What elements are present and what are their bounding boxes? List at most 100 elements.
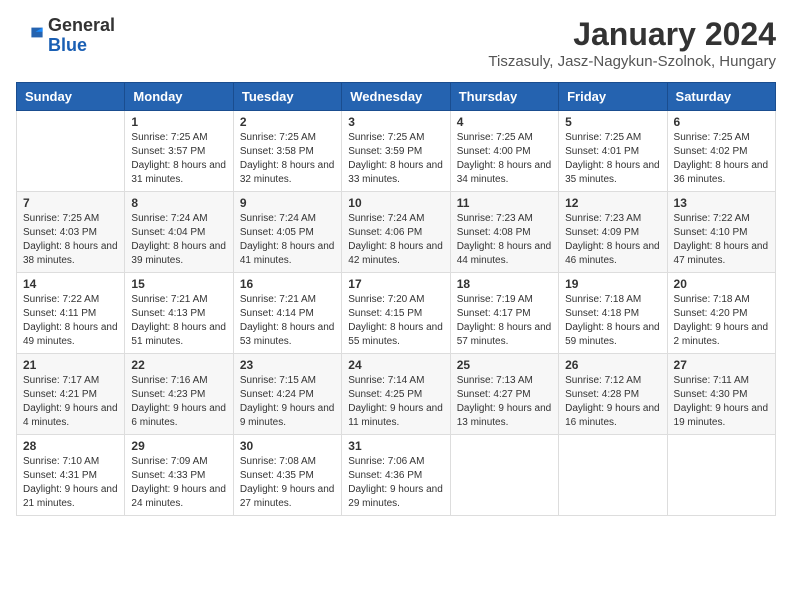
day-number: 19	[565, 277, 660, 291]
day-header-tuesday: Tuesday	[233, 83, 341, 111]
day-number: 27	[674, 358, 769, 372]
day-info: Sunrise: 7:21 AM Sunset: 4:14 PM Dayligh…	[240, 293, 335, 349]
day-number: 23	[240, 358, 335, 372]
day-number: 10	[348, 196, 443, 210]
day-info: Sunrise: 7:25 AM Sunset: 3:58 PM Dayligh…	[240, 131, 335, 187]
day-number: 8	[131, 196, 226, 210]
day-info: Sunrise: 7:23 AM Sunset: 4:09 PM Dayligh…	[565, 212, 660, 268]
day-number: 16	[240, 277, 335, 291]
calendar-cell: 9 Sunrise: 7:24 AM Sunset: 4:05 PM Daylig…	[233, 192, 341, 273]
calendar-cell: 17 Sunrise: 7:20 AM Sunset: 4:15 PM Dayli…	[342, 273, 450, 354]
day-info: Sunrise: 7:21 AM Sunset: 4:13 PM Dayligh…	[131, 293, 226, 349]
day-number: 30	[240, 439, 335, 453]
day-number: 9	[240, 196, 335, 210]
day-info: Sunrise: 7:17 AM Sunset: 4:21 PM Dayligh…	[23, 374, 118, 430]
day-info: Sunrise: 7:24 AM Sunset: 4:06 PM Dayligh…	[348, 212, 443, 268]
day-info: Sunrise: 7:09 AM Sunset: 4:33 PM Dayligh…	[131, 455, 226, 511]
logo-general-text: General	[48, 16, 115, 36]
day-number: 18	[457, 277, 552, 291]
calendar-cell: 6Sunrise: 7:25 AM Sunset: 4:02 PM Daylig…	[667, 111, 775, 192]
day-info: Sunrise: 7:25 AM Sunset: 4:02 PM Dayligh…	[674, 131, 769, 187]
logo-text: General Blue	[48, 16, 115, 56]
calendar-week-row: 7Sunrise: 7:25 AM Sunset: 4:03 PM Daylig…	[17, 192, 776, 273]
day-info: Sunrise: 7:24 AM Sunset: 4:04 PM Dayligh…	[131, 212, 226, 268]
calendar-cell: 13Sunrise: 7:22 AM Sunset: 4:10 PM Dayli…	[667, 192, 775, 273]
day-info: Sunrise: 7:25 AM Sunset: 4:01 PM Dayligh…	[565, 131, 660, 187]
calendar-cell: 18 Sunrise: 7:19 AM Sunset: 4:17 PM Dayli…	[450, 273, 558, 354]
day-info: Sunrise: 7:25 AM Sunset: 3:57 PM Dayligh…	[131, 131, 226, 187]
day-number: 4	[457, 115, 552, 129]
day-info: Sunrise: 7:23 AM Sunset: 4:08 PM Dayligh…	[457, 212, 552, 268]
day-number: 28	[23, 439, 118, 453]
day-info: Sunrise: 7:19 AM Sunset: 4:17 PM Dayligh…	[457, 293, 552, 349]
day-number: 3	[348, 115, 443, 129]
calendar-cell: 23 Sunrise: 7:15 AM Sunset: 4:24 PM Dayli…	[233, 354, 341, 435]
day-info: Sunrise: 7:25 AM Sunset: 4:00 PM Dayligh…	[457, 131, 552, 187]
day-number: 22	[131, 358, 226, 372]
calendar-cell: 10 Sunrise: 7:24 AM Sunset: 4:06 PM Dayli…	[342, 192, 450, 273]
day-info: Sunrise: 7:15 AM Sunset: 4:24 PM Dayligh…	[240, 374, 335, 430]
logo-blue-text: Blue	[48, 36, 115, 56]
calendar-cell: 12 Sunrise: 7:23 AM Sunset: 4:09 PM Dayli…	[559, 192, 667, 273]
calendar-cell: 30Sunrise: 7:08 AM Sunset: 4:35 PM Dayli…	[233, 435, 341, 516]
day-number: 15	[131, 277, 226, 291]
calendar-week-row: 21 Sunrise: 7:17 AM Sunset: 4:21 PM Dayli…	[17, 354, 776, 435]
page-subtitle: Tiszasuly, Jasz-Nagykun-Szolnok, Hungary	[488, 53, 776, 70]
calendar-cell: 29 Sunrise: 7:09 AM Sunset: 4:33 PM Dayli…	[125, 435, 233, 516]
day-number: 14	[23, 277, 118, 291]
day-number: 11	[457, 196, 552, 210]
logo: General Blue	[16, 16, 115, 56]
calendar-cell: 31Sunrise: 7:06 AM Sunset: 4:36 PM Dayli…	[342, 435, 450, 516]
calendar-week-row: 1 Sunrise: 7:25 AM Sunset: 3:57 PM Daylig…	[17, 111, 776, 192]
page-title: January 2024	[488, 16, 776, 53]
calendar-cell: 27 Sunrise: 7:11 AM Sunset: 4:30 PM Dayli…	[667, 354, 775, 435]
day-number: 21	[23, 358, 118, 372]
calendar-header-row: SundayMondayTuesdayWednesdayThursdayFrid…	[17, 83, 776, 111]
day-number: 24	[348, 358, 443, 372]
day-info: Sunrise: 7:10 AM Sunset: 4:31 PM Dayligh…	[23, 455, 118, 511]
calendar-cell: 24Sunrise: 7:14 AM Sunset: 4:25 PM Dayli…	[342, 354, 450, 435]
calendar-table: SundayMondayTuesdayWednesdayThursdayFrid…	[16, 82, 776, 516]
day-number: 20	[674, 277, 769, 291]
logo-icon	[16, 22, 44, 50]
day-number: 31	[348, 439, 443, 453]
calendar-cell: 21 Sunrise: 7:17 AM Sunset: 4:21 PM Dayli…	[17, 354, 125, 435]
calendar-cell: 4 Sunrise: 7:25 AM Sunset: 4:00 PM Daylig…	[450, 111, 558, 192]
day-info: Sunrise: 7:18 AM Sunset: 4:20 PM Dayligh…	[674, 293, 769, 349]
day-header-thursday: Thursday	[450, 83, 558, 111]
day-number: 2	[240, 115, 335, 129]
title-section: January 2024 Tiszasuly, Jasz-Nagykun-Szo…	[488, 16, 776, 70]
day-header-sunday: Sunday	[17, 83, 125, 111]
calendar-cell: 19Sunrise: 7:18 AM Sunset: 4:18 PM Dayli…	[559, 273, 667, 354]
calendar-cell: 11 Sunrise: 7:23 AM Sunset: 4:08 PM Dayli…	[450, 192, 558, 273]
calendar-cell: 22Sunrise: 7:16 AM Sunset: 4:23 PM Dayli…	[125, 354, 233, 435]
day-info: Sunrise: 7:25 AM Sunset: 4:03 PM Dayligh…	[23, 212, 118, 268]
calendar-cell: 15 Sunrise: 7:21 AM Sunset: 4:13 PM Dayli…	[125, 273, 233, 354]
day-info: Sunrise: 7:22 AM Sunset: 4:10 PM Dayligh…	[674, 212, 769, 268]
day-header-friday: Friday	[559, 83, 667, 111]
day-info: Sunrise: 7:24 AM Sunset: 4:05 PM Dayligh…	[240, 212, 335, 268]
day-header-wednesday: Wednesday	[342, 83, 450, 111]
day-number: 12	[565, 196, 660, 210]
calendar-cell: 5 Sunrise: 7:25 AM Sunset: 4:01 PM Daylig…	[559, 111, 667, 192]
calendar-cell: 1 Sunrise: 7:25 AM Sunset: 3:57 PM Daylig…	[125, 111, 233, 192]
day-info: Sunrise: 7:13 AM Sunset: 4:27 PM Dayligh…	[457, 374, 552, 430]
day-header-monday: Monday	[125, 83, 233, 111]
day-info: Sunrise: 7:11 AM Sunset: 4:30 PM Dayligh…	[674, 374, 769, 430]
day-info: Sunrise: 7:12 AM Sunset: 4:28 PM Dayligh…	[565, 374, 660, 430]
day-info: Sunrise: 7:20 AM Sunset: 4:15 PM Dayligh…	[348, 293, 443, 349]
day-number: 26	[565, 358, 660, 372]
day-number: 1	[131, 115, 226, 129]
calendar-cell: 8 Sunrise: 7:24 AM Sunset: 4:04 PM Daylig…	[125, 192, 233, 273]
calendar-cell: 20 Sunrise: 7:18 AM Sunset: 4:20 PM Dayli…	[667, 273, 775, 354]
calendar-cell: 28 Sunrise: 7:10 AM Sunset: 4:31 PM Dayli…	[17, 435, 125, 516]
calendar-cell: 7Sunrise: 7:25 AM Sunset: 4:03 PM Daylig…	[17, 192, 125, 273]
day-number: 5	[565, 115, 660, 129]
day-header-saturday: Saturday	[667, 83, 775, 111]
day-number: 29	[131, 439, 226, 453]
calendar-cell: 16 Sunrise: 7:21 AM Sunset: 4:14 PM Dayli…	[233, 273, 341, 354]
calendar-cell	[667, 435, 775, 516]
calendar-cell: 3Sunrise: 7:25 AM Sunset: 3:59 PM Daylig…	[342, 111, 450, 192]
calendar-week-row: 28 Sunrise: 7:10 AM Sunset: 4:31 PM Dayli…	[17, 435, 776, 516]
day-number: 17	[348, 277, 443, 291]
